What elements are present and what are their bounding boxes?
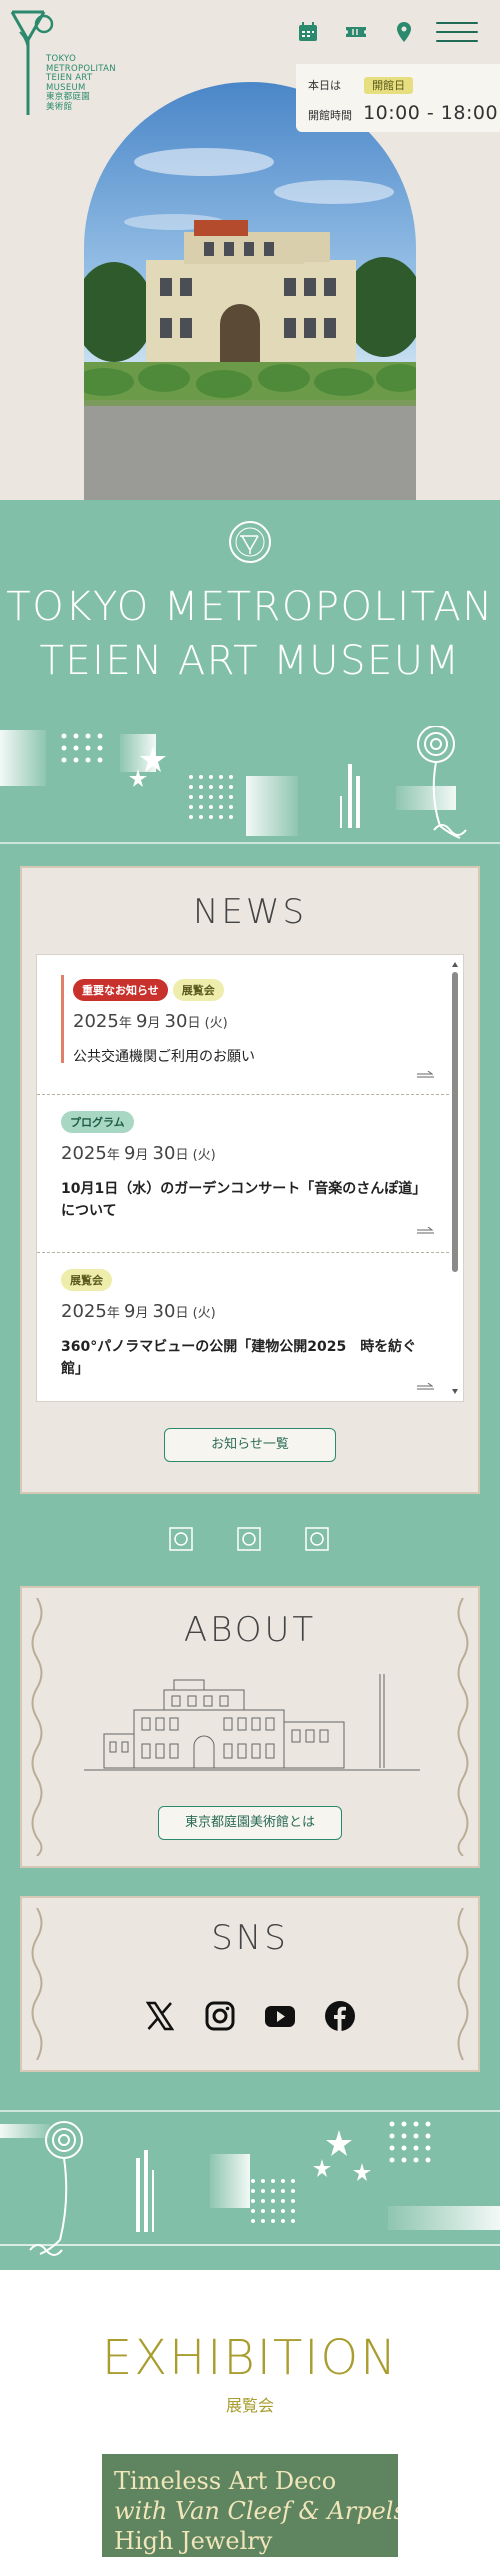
menu-bar bbox=[436, 40, 478, 42]
news-weekday: (火) bbox=[192, 1306, 216, 1321]
about-heading: ABOUT bbox=[183, 1610, 317, 1650]
exhibition-card-line: with Van Cleef & Arpels bbox=[114, 2497, 398, 2525]
news-date: 2025年 9月 30日 (火) bbox=[73, 1011, 228, 1032]
ornament-border-left bbox=[31, 1598, 43, 1856]
news-date: 2025年 9月 30日 (火) bbox=[61, 1301, 216, 1322]
exhibition-subheading: 展覧会 bbox=[225, 2396, 274, 2415]
facebook-icon[interactable] bbox=[324, 2000, 356, 2032]
news-weekday: (火) bbox=[192, 1148, 216, 1163]
emblem-icon bbox=[229, 521, 271, 563]
ornament-border-right bbox=[457, 1908, 469, 2060]
today-label: 本日は bbox=[308, 79, 341, 92]
hours-label: 開館時間 bbox=[308, 109, 352, 122]
news-month: 9 bbox=[123, 1301, 136, 1322]
news-date: 2025年 9月 30日 (火) bbox=[61, 1143, 216, 1164]
news-list[interactable]: 重要なお知らせ 展覧会 2025年 9月 30日 (火) 公共交通機関ご利用のお願… bbox=[36, 954, 464, 1402]
news-more-button[interactable]: お知らせ一覧 bbox=[164, 1428, 336, 1462]
news-heading: NEWS bbox=[192, 892, 308, 932]
arrow-right-icon bbox=[417, 1227, 434, 1234]
museum-title-line1: TOKYO METROPOLITAN bbox=[6, 584, 494, 630]
news-weekday: (火) bbox=[204, 1016, 228, 1031]
news-item[interactable]: プログラム 2025年 9月 30日 (火) 10月1日（水）のガーデンコンサー… bbox=[37, 1095, 449, 1253]
news-title: 公共交通機関ご利用のお願い bbox=[73, 1049, 255, 1065]
museum-title: TOKYO METROPOLITAN TEIEN ART MUSEUM bbox=[0, 580, 500, 688]
important-marker bbox=[61, 975, 64, 1063]
news-month: 9 bbox=[135, 1011, 148, 1032]
news-item[interactable]: 展覧会 2025年 9月 30日 (火) 360°パノラマビューの公開「建物公開… bbox=[37, 1253, 449, 1401]
exhibition-heading: EXHIBITION bbox=[101, 2330, 399, 2386]
about-button[interactable]: 東京都庭園美術館とは bbox=[158, 1806, 342, 1840]
news-title: 10月1日（水）のガーデンコンサート「音楽のさんぽ道」について bbox=[61, 1181, 420, 1219]
calendar-icon[interactable] bbox=[296, 20, 320, 44]
exhibition-card-line: High Jewelry bbox=[114, 2527, 273, 2555]
tag-important: 重要なお知らせ bbox=[73, 979, 168, 1001]
building-illustration bbox=[84, 1674, 420, 1771]
youtube-icon[interactable] bbox=[264, 2000, 296, 2032]
hero-image bbox=[84, 82, 416, 538]
exhibition-card-line: Timeless Art Deco bbox=[114, 2467, 337, 2495]
museum-title-line2: TEIEN ART MUSEUM bbox=[39, 638, 461, 684]
logo-text: TOKYO METROPOLITAN TEIEN ART MUSEUM 東京都庭… bbox=[46, 54, 116, 112]
menu-bar bbox=[436, 22, 478, 24]
ornament-border-right bbox=[457, 1598, 469, 1856]
menu-icon[interactable] bbox=[436, 22, 478, 44]
news-day: 30 bbox=[164, 1011, 188, 1032]
news-item[interactable]: 重要なお知らせ 展覧会 2025年 9月 30日 (火) 公共交通機関ご利用のお願… bbox=[37, 955, 449, 1095]
sns-section: SNS bbox=[20, 1896, 480, 2072]
news-month: 9 bbox=[123, 1143, 136, 1164]
news-year: 2025 bbox=[61, 1143, 107, 1164]
opening-hours-panel: 本日は 開館日 開館時間 10:00 - 18:00 bbox=[296, 64, 500, 132]
tag-program: プログラム bbox=[61, 1111, 134, 1133]
art-deco-pattern bbox=[0, 726, 500, 844]
instagram-icon[interactable] bbox=[204, 2000, 236, 2032]
arrow-right-icon bbox=[417, 1071, 434, 1078]
ornament-divider bbox=[169, 1527, 329, 1551]
ornament-border-left bbox=[31, 1908, 43, 2060]
tag-exhibition: 展覧会 bbox=[61, 1269, 112, 1291]
hours-value: 10:00 - 18:00 bbox=[363, 102, 499, 124]
news-year: 2025 bbox=[73, 1011, 119, 1032]
news-year: 2025 bbox=[61, 1301, 107, 1322]
menu-bar bbox=[436, 31, 478, 33]
map-pin-icon[interactable] bbox=[392, 20, 416, 44]
news-title: 360°パノラマビューの公開「建物公開2025 時を紡ぐ館」 bbox=[61, 1339, 417, 1377]
arrow-right-icon bbox=[417, 1383, 434, 1390]
ticket-icon[interactable] bbox=[344, 20, 368, 44]
logo-line: 美術館 bbox=[46, 101, 73, 112]
open-status-badge: 開館日 bbox=[364, 77, 414, 94]
news-day: 30 bbox=[152, 1301, 176, 1322]
hours-row-today: 本日は 開館日 bbox=[308, 74, 414, 94]
tag-exhibition: 展覧会 bbox=[172, 979, 224, 1001]
x-icon[interactable] bbox=[144, 2000, 176, 2032]
art-deco-pattern-bottom bbox=[0, 2110, 500, 2256]
sns-heading: SNS bbox=[211, 1918, 289, 1958]
museum-building-photo bbox=[84, 82, 416, 538]
exhibition-card[interactable]: Timeless Art Deco with Van Cleef & Arpel… bbox=[102, 2454, 398, 2557]
hours-row-time: 開館時間 10:00 - 18:00 bbox=[308, 102, 498, 124]
news-scrollbar[interactable] bbox=[452, 962, 458, 1394]
news-day: 30 bbox=[152, 1143, 176, 1164]
